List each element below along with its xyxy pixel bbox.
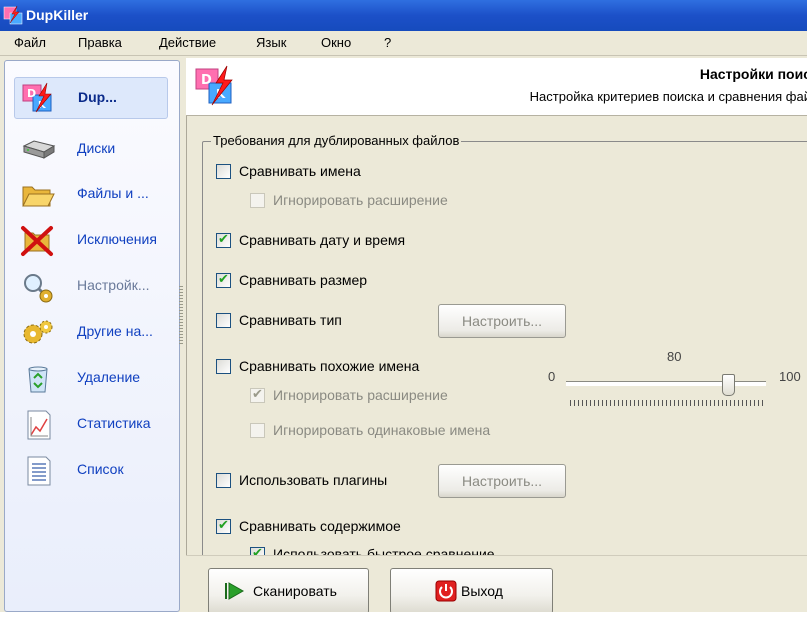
sidebar-item-files[interactable]: Файлы и ...: [14, 175, 174, 213]
sidebar-item-label: Другие на...: [77, 323, 153, 339]
recycle-bin-icon: [28, 366, 48, 393]
sidebar-item-label: Файлы и ...: [77, 185, 149, 201]
check-mark-icon: ✔: [218, 517, 229, 532]
exit-button[interactable]: Выход: [390, 568, 553, 614]
check-mark-icon: ✔: [252, 386, 263, 401]
page-title: Настройки поис: [699, 66, 807, 82]
check-mark-icon: ✔: [218, 271, 229, 286]
dupkiller-logo-icon: [3, 5, 23, 25]
sidebar-item-exclusions[interactable]: Исключения: [14, 221, 174, 259]
checkbox-box[interactable]: [250, 423, 265, 438]
play-icon: [225, 582, 245, 600]
page-header: D K Настройки поис Настройка критериев п…: [186, 58, 807, 116]
checkbox-box[interactable]: [216, 359, 231, 374]
svg-text:D: D: [27, 87, 36, 100]
check-mark-icon: ✔: [218, 231, 229, 246]
menu-action[interactable]: Действие: [159, 35, 216, 50]
similarity-slider-track[interactable]: [566, 381, 766, 386]
checkbox-box[interactable]: ✔: [216, 517, 231, 534]
slider-min-label: 0: [548, 369, 556, 384]
scan-button-label: Сканировать: [253, 583, 337, 599]
checkbox-box[interactable]: ✔: [216, 271, 231, 288]
menu-bar: Файл Правка Действие Язык Окно ?: [0, 31, 807, 56]
sidebar-item-deletion[interactable]: Удаление: [14, 359, 174, 397]
title-bar: DupKiller: [0, 0, 807, 31]
checkbox-box[interactable]: [216, 473, 231, 488]
checkbox-label: Сравнивать имена: [239, 163, 361, 179]
splitter-handle[interactable]: [179, 286, 183, 346]
checkbox-label: Игнорировать расширение: [273, 192, 448, 208]
checkbox-box[interactable]: ✔: [216, 231, 231, 248]
menu-help[interactable]: ?: [384, 35, 391, 50]
checkbox-label: Сравнивать похожие имена: [239, 358, 420, 374]
sidebar-item-list[interactable]: Список: [14, 451, 174, 489]
checkbox-box[interactable]: [216, 164, 231, 179]
dupkiller-logo-icon: D K: [22, 82, 52, 113]
slider-ticks: [570, 400, 764, 406]
configure-plugins-button[interactable]: Настроить...: [438, 464, 566, 498]
list-icon: [27, 456, 51, 486]
sidebar-item-search-settings[interactable]: Настройк...: [14, 267, 174, 305]
menu-language[interactable]: Язык: [256, 35, 286, 50]
svg-text:D: D: [201, 73, 212, 88]
menu-edit[interactable]: Правка: [78, 35, 122, 50]
checkbox-box[interactable]: ✔: [250, 386, 265, 403]
checkbox-label: Использовать плагины: [239, 472, 388, 488]
exclusion-icon: [21, 226, 53, 256]
group-title: Требования для дублированных файлов: [211, 133, 462, 148]
checkbox-box[interactable]: [250, 193, 265, 208]
sidebar-item-label: Настройк...: [77, 277, 150, 293]
slider-value-label: 80: [667, 349, 682, 364]
menu-window[interactable]: Окно: [321, 35, 351, 50]
power-icon: [435, 580, 457, 602]
similarity-slider-thumb[interactable]: [722, 374, 735, 396]
checkbox-box[interactable]: [216, 313, 231, 328]
sidebar-item-statistics[interactable]: Статистика: [14, 405, 174, 443]
search-settings-icon: [24, 274, 53, 303]
page-subtitle: Настройка критериев поиска и сравнения ф…: [529, 89, 807, 104]
checkbox-label: Игнорировать расширение: [273, 387, 448, 403]
slider-max-label: 100: [779, 369, 801, 384]
configure-type-button[interactable]: Настроить...: [438, 304, 566, 338]
sidebar-item-label: Исключения: [77, 231, 157, 247]
sidebar-item-label: Dup...: [78, 89, 117, 105]
sidebar-item-label: Список: [77, 461, 124, 477]
exit-button-label: Выход: [461, 583, 503, 599]
sidebar-item-label: Статистика: [77, 415, 151, 431]
sidebar-item-other-settings[interactable]: Другие на...: [14, 313, 174, 351]
folder-icon: [22, 186, 55, 207]
sidebar-item-label: Удаление: [77, 369, 141, 385]
torn-edge: [0, 612, 807, 625]
dupkiller-logo-icon: D K: [195, 65, 233, 106]
gears-icon: [23, 320, 53, 344]
checkbox-label: Сравнивать тип: [239, 312, 342, 328]
chart-icon: [27, 410, 51, 440]
sidebar-item-drives[interactable]: Диски: [14, 130, 174, 168]
scan-button[interactable]: Сканировать: [208, 568, 369, 614]
checkbox-label: Сравнивать содержимое: [239, 518, 401, 534]
sidebar-item-label: Диски: [77, 140, 116, 156]
checkbox-label: Сравнивать дату и время: [239, 232, 406, 248]
sidebar-item-dupkiller[interactable]: D K Dup...: [14, 77, 168, 119]
menu-file[interactable]: Файл: [14, 35, 46, 50]
window-title: DupKiller: [26, 7, 89, 23]
checkbox-label: Игнорировать одинаковые имена: [273, 422, 491, 438]
drive-icon: [22, 140, 56, 159]
checkbox-label: Сравнивать размер: [239, 272, 368, 288]
